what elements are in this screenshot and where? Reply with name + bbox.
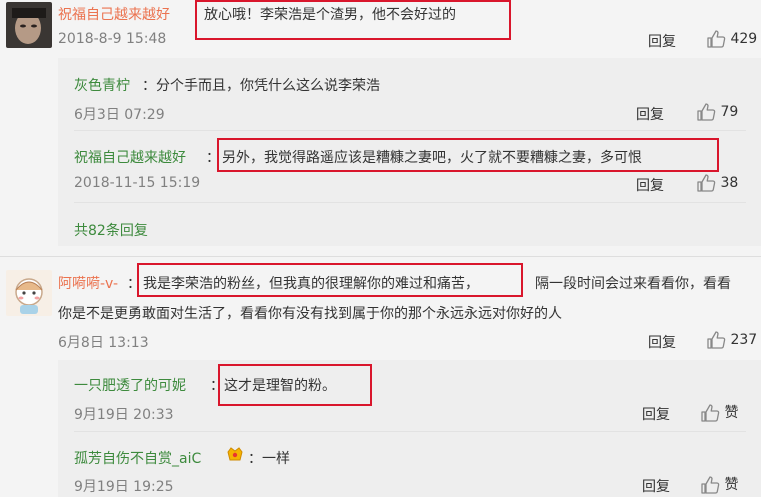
comment-username[interactable]: 阿嗬嗬-v- (58, 273, 118, 293)
like-button[interactable]: 38 (696, 173, 738, 193)
avatar[interactable] (6, 2, 52, 48)
like-count: 237 (730, 332, 758, 348)
reply-button[interactable]: 回复 (642, 404, 670, 424)
reply-button[interactable]: 回复 (648, 31, 676, 51)
comment-separator: ： (127, 276, 141, 292)
reply-text: 这才是理智的粉。 (224, 378, 336, 394)
like-count: 38 (720, 175, 739, 191)
reply-button[interactable]: 回复 (636, 104, 664, 124)
reply-separator: ： (206, 150, 220, 166)
comment-text-line2: 你是不是更勇敢面对生活了，看看你有没有找到属于你的那个永远永远对你好的人 (58, 306, 562, 322)
avatar[interactable] (6, 270, 52, 316)
thumb-up-icon (707, 331, 726, 349)
thumb-up-icon (701, 476, 720, 494)
reply-separator: ： (248, 451, 262, 467)
thumb-up-icon (701, 404, 720, 422)
comment-time: 6月8日 13:13 (58, 335, 149, 351)
reply-username[interactable]: 一只肥透了的可妮 (74, 375, 186, 395)
thumb-up-icon (707, 30, 726, 48)
divider (74, 130, 746, 131)
reply-username[interactable]: 灰色青柠 (74, 75, 130, 95)
comment-divider (0, 256, 761, 257)
like-count: 429 (730, 31, 758, 47)
like-label: 赞 (724, 477, 739, 493)
divider (74, 431, 746, 432)
reply-text: 分个手而且，你凭什么这么说李荣浩 (156, 78, 380, 94)
comment-time: 2018-8-9 15:48 (58, 31, 167, 47)
reply-text: 另外，我觉得路遥应该是糟糠之妻吧，火了就不要糟糠之妻，多可恨 (222, 150, 642, 166)
like-button[interactable]: 429 (706, 29, 757, 49)
reply-time: 6月3日 07:29 (74, 107, 165, 123)
reply-separator: ： (142, 78, 156, 94)
comment-text: 放心哦！李荣浩是个渣男，他不会好过的 (204, 7, 456, 23)
comment-text: 隔一段时间会过来看看你，看看 (535, 276, 731, 292)
thumb-up-icon (697, 174, 716, 192)
divider (74, 202, 746, 203)
like-button[interactable]: 赞 (700, 402, 738, 423)
like-button[interactable]: 赞 (700, 474, 738, 495)
comment-username[interactable]: 祝福自己越来越好 (58, 4, 170, 24)
reply-text: 一样 (262, 451, 290, 467)
reply-separator: ： (210, 378, 224, 394)
reply-time: 9月19日 19:25 (74, 479, 174, 495)
like-label: 赞 (724, 405, 739, 421)
reply-time: 9月19日 20:33 (74, 407, 174, 423)
like-button[interactable]: 237 (706, 330, 757, 350)
reply-button[interactable]: 回复 (642, 476, 670, 496)
reply-button[interactable]: 回复 (648, 332, 676, 352)
user-badge-icon (226, 446, 244, 464)
like-count: 79 (720, 104, 739, 120)
comment-text-highlighted: 我是李荣浩的粉丝，但我真的很理解你的难过和痛苦， (143, 276, 479, 292)
more-replies-link[interactable]: 共82条回复 (74, 220, 148, 240)
thumb-up-icon (697, 103, 716, 121)
reply-username[interactable]: 孤芳自伤不自赏_aiC (74, 448, 201, 468)
reply-username[interactable]: 祝福自己越来越好 (74, 147, 186, 167)
like-button[interactable]: 79 (696, 102, 738, 122)
reply-button[interactable]: 回复 (636, 175, 664, 195)
reply-time: 2018-11-15 15:19 (74, 175, 201, 191)
